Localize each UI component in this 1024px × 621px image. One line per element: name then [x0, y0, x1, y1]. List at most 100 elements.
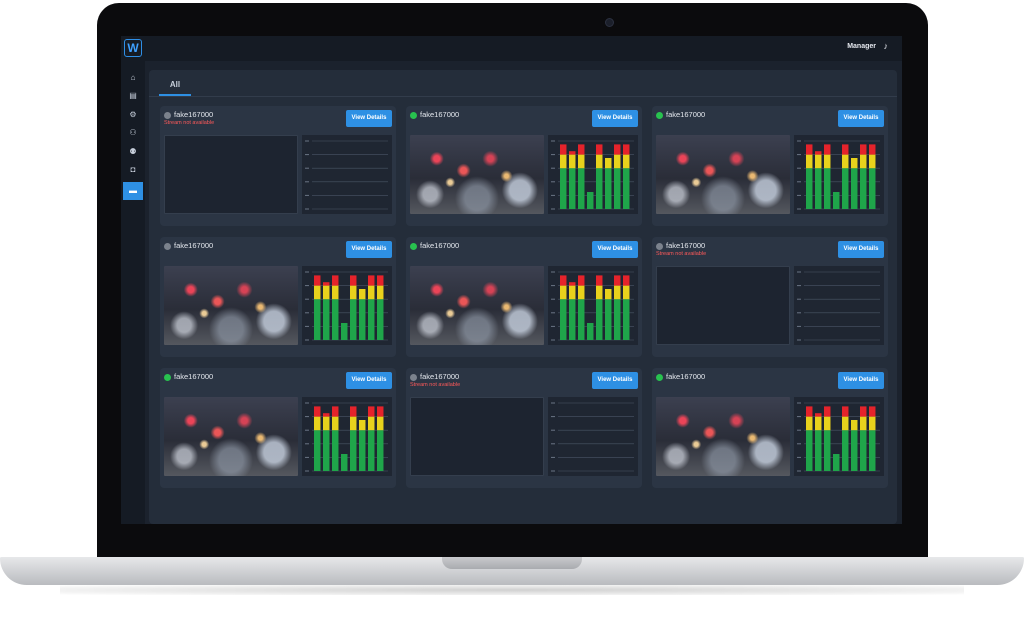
- audio-level-chart: [548, 397, 638, 476]
- chart-tick: [551, 181, 555, 183]
- camera-name: fake167000: [174, 241, 214, 250]
- chart-tick: [305, 285, 309, 287]
- chart-tick: [305, 456, 309, 458]
- video-preview[interactable]: [164, 397, 298, 476]
- level-bar-segment: [806, 430, 813, 471]
- level-bar-segment: [569, 282, 576, 286]
- level-bar-segment: [560, 275, 567, 286]
- stream-card[interactable]: fake167000 View Details: [652, 106, 888, 226]
- video-placeholder[interactable]: [410, 397, 544, 476]
- sidebar-item-streams[interactable]: ▬: [123, 182, 143, 200]
- chart-tick: [797, 312, 801, 314]
- chart-tick: [305, 194, 309, 196]
- camera-name: fake167000: [666, 372, 706, 381]
- camera-name: fake167000: [174, 372, 214, 381]
- audio-level-chart: [794, 397, 884, 476]
- chart-tick: [797, 167, 801, 169]
- audio-level-svg: [305, 402, 388, 472]
- chart-tick: [551, 339, 555, 341]
- chart-tick: [305, 429, 309, 431]
- level-bar-segment: [842, 168, 849, 209]
- top-bar: W Manager ♪: [121, 36, 902, 61]
- view-details-button[interactable]: View Details: [346, 110, 392, 127]
- view-details-button[interactable]: View Details: [346, 241, 392, 258]
- chart-tick: [551, 298, 555, 300]
- home-icon: ⌂: [130, 73, 136, 82]
- level-bar-segment: [824, 168, 831, 209]
- tab-divider: [149, 96, 897, 97]
- sidebar-item-settings[interactable]: ⚙: [123, 106, 143, 124]
- audio-level-svg: [305, 271, 388, 341]
- chart-tick: [797, 271, 801, 273]
- level-bar-segment: [614, 154, 621, 169]
- view-details-button[interactable]: View Details: [838, 110, 884, 127]
- level-bar-segment: [596, 144, 603, 155]
- status-dot: [410, 374, 417, 381]
- sidebar-item-messages[interactable]: ▤: [123, 87, 143, 105]
- music-note-icon[interactable]: ♪: [884, 41, 889, 51]
- chart-tick: [305, 339, 309, 341]
- user-menu[interactable]: Manager: [847, 43, 876, 50]
- level-bar-segment: [842, 154, 849, 169]
- stream-card[interactable]: fake167000 View Details: [406, 237, 642, 357]
- video-preview[interactable]: [656, 397, 790, 476]
- stream-card[interactable]: fake167000 View Details: [406, 106, 642, 226]
- level-bar-segment: [806, 144, 813, 155]
- view-details-button[interactable]: View Details: [592, 241, 638, 258]
- view-details-button[interactable]: View Details: [838, 241, 884, 258]
- chart-tick: [797, 140, 801, 142]
- stream-card[interactable]: fake167000 Stream not available View Detai…: [160, 106, 396, 226]
- level-bar-segment: [560, 299, 567, 340]
- chart-tick: [797, 456, 801, 458]
- audio-level-chart: [548, 266, 638, 345]
- chart-tick: [797, 416, 801, 418]
- level-bar-segment: [560, 285, 567, 300]
- level-bar-segment: [815, 151, 822, 155]
- group-icon: ⚉: [129, 147, 137, 156]
- level-bar-segment: [596, 285, 603, 300]
- stream-card[interactable]: fake167000 View Details: [652, 368, 888, 488]
- video-placeholder[interactable]: [164, 135, 298, 214]
- status-dot: [164, 374, 171, 381]
- level-bar-segment: [851, 158, 858, 169]
- video-placeholder[interactable]: [656, 266, 790, 345]
- sidebar-item-groups[interactable]: ⚉: [123, 143, 143, 161]
- sidebar-item-devices[interactable]: ◘: [123, 161, 143, 179]
- audio-level-svg: [797, 402, 880, 472]
- level-bar-segment: [605, 289, 612, 300]
- level-bar-segment: [314, 430, 321, 471]
- stream-card[interactable]: fake167000 Stream not available View Detai…: [652, 237, 888, 357]
- level-bar-segment: [368, 285, 375, 300]
- status-dot: [164, 243, 171, 250]
- view-details-button[interactable]: View Details: [838, 372, 884, 389]
- video-preview[interactable]: [164, 266, 298, 345]
- message-icon: ▤: [129, 91, 137, 100]
- stream-card[interactable]: fake167000 Stream not available View Detai…: [406, 368, 642, 488]
- view-details-button[interactable]: View Details: [592, 372, 638, 389]
- video-preview[interactable]: [410, 266, 544, 345]
- chart-tick: [551, 194, 555, 196]
- view-details-button[interactable]: View Details: [592, 110, 638, 127]
- level-bar-segment: [377, 430, 384, 471]
- stream-card[interactable]: fake167000 View Details: [160, 368, 396, 488]
- stream-card[interactable]: fake167000 View Details: [160, 237, 396, 357]
- level-bar-segment: [824, 154, 831, 169]
- level-bar-segment: [596, 168, 603, 209]
- audio-level-svg: [551, 271, 634, 341]
- stream-status-text: Stream not available: [410, 382, 461, 388]
- view-details-button[interactable]: View Details: [346, 372, 392, 389]
- tab-all[interactable]: All: [159, 76, 191, 96]
- sidebar-item-users[interactable]: ⚇: [123, 124, 143, 142]
- status-dot: [656, 374, 663, 381]
- sidebar-item-home[interactable]: ⌂: [123, 69, 143, 87]
- level-bar-segment: [323, 299, 330, 340]
- camera-name: fake167000: [666, 241, 706, 250]
- level-bar-segment: [323, 285, 330, 300]
- level-bar-segment: [596, 275, 603, 286]
- chart-tick: [797, 325, 801, 327]
- video-preview[interactable]: [410, 135, 544, 214]
- level-bar-segment: [860, 144, 867, 155]
- level-bar-segment: [842, 144, 849, 155]
- app-logo[interactable]: W: [124, 39, 142, 57]
- video-preview[interactable]: [656, 135, 790, 214]
